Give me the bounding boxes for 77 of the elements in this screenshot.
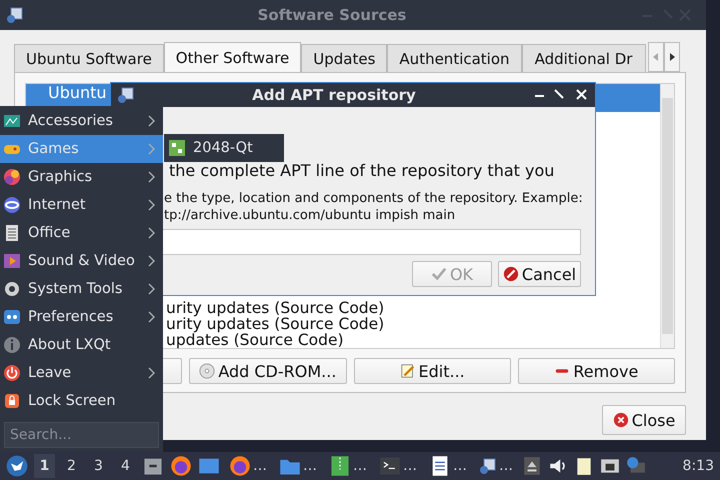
task-button[interactable]: … <box>326 455 370 477</box>
globe-icon <box>3 196 21 214</box>
disc-icon <box>199 363 216 379</box>
left-arrow-icon <box>652 53 659 61</box>
tab[interactable]: Ubuntu Software <box>14 44 164 72</box>
edit-icon <box>400 363 416 379</box>
chevron-icon <box>147 199 155 211</box>
document-icon <box>3 224 21 242</box>
game-tile-icon <box>168 139 186 157</box>
menu-item[interactable]: Leave <box>0 359 163 387</box>
submenu-item[interactable]: 2048-Qt <box>164 134 284 162</box>
media-icon <box>3 252 21 270</box>
cancel-icon <box>502 266 519 282</box>
tab[interactable]: Authentication <box>387 44 522 72</box>
tab-scroll-right-button[interactable] <box>664 42 680 72</box>
info-icon <box>3 336 21 354</box>
tab[interactable]: Updates <box>301 44 388 72</box>
dialog-title: Add APT repository <box>251 86 417 104</box>
app-icon <box>117 86 135 104</box>
action-button[interactable]: Edit... <box>354 358 511 384</box>
action-button[interactable]: Add CD-ROM... <box>189 358 346 384</box>
scrollbar[interactable] <box>660 84 674 348</box>
clock: 8:13 <box>682 458 714 474</box>
chevron-icon <box>147 283 155 295</box>
chevron-icon <box>147 311 155 323</box>
task-button[interactable]: … <box>426 455 470 477</box>
action-button[interactable]: Remove <box>518 358 675 384</box>
chevron-icon <box>147 367 155 379</box>
app-icon <box>6 6 24 24</box>
menu-item[interactable]: Office <box>0 219 163 247</box>
hint-text: e the type, location and components of the repository. Example: <box>164 190 581 207</box>
chevron-icon <box>147 143 155 155</box>
chevron-icon <box>147 115 155 127</box>
accessories-icon <box>3 112 21 130</box>
desktop-switch[interactable]: 1 <box>34 454 55 478</box>
task-button[interactable]: … <box>226 455 270 477</box>
menu-item[interactable]: Sound & Video <box>0 247 163 275</box>
terminal-icon <box>379 455 401 477</box>
chevron-icon <box>147 227 155 239</box>
graphics-icon <box>3 168 21 186</box>
desktop-switch[interactable]: 4 <box>115 454 136 478</box>
tab[interactable]: Additional Dr <box>522 44 646 72</box>
menu-item[interactable]: About LXQt <box>0 331 163 359</box>
menu-item[interactable]: Lock Screen <box>0 387 163 415</box>
desktop-switch[interactable]: 3 <box>88 454 109 478</box>
task-button[interactable]: … <box>276 455 320 477</box>
window-controls-icon <box>533 88 589 102</box>
browser-icon <box>170 455 192 477</box>
bird-logo-icon <box>6 455 28 477</box>
archive-icon <box>329 455 351 477</box>
software-icon <box>479 457 497 475</box>
chevron-icon <box>147 255 155 267</box>
menu-item[interactable]: Graphics <box>0 163 163 191</box>
eject-icon <box>522 455 542 477</box>
lock-icon <box>3 392 21 410</box>
tab[interactable]: Other Software <box>164 42 302 72</box>
menu-item[interactable]: Internet <box>0 191 163 219</box>
menu-item[interactable]: System Tools <box>0 275 163 303</box>
search-field[interactable]: Search... <box>4 422 159 448</box>
prompt-text: the complete APT line of the repository that you <box>169 161 556 180</box>
cancel-button[interactable]: Cancel <box>498 261 581 287</box>
hint-text: tp://archive.ubuntu.com/ubuntu impish main <box>164 207 456 224</box>
gear-icon <box>3 280 21 298</box>
menu-item[interactable]: Preferences <box>0 303 163 331</box>
check-icon <box>430 266 447 282</box>
chevron-icon <box>147 171 155 183</box>
menu-item[interactable]: Accessories <box>0 107 163 135</box>
window-title: Software Sources <box>256 6 408 24</box>
close-icon <box>612 412 629 428</box>
desktop-switch[interactable]: 2 <box>61 454 82 478</box>
browser-icon <box>229 455 251 477</box>
preferences-icon <box>3 308 21 326</box>
task-button[interactable]: … <box>476 457 516 475</box>
close-button[interactable]: Close <box>602 405 686 435</box>
power-icon <box>3 364 21 382</box>
right-arrow-icon <box>668 53 675 61</box>
task-button[interactable]: … <box>376 455 420 477</box>
